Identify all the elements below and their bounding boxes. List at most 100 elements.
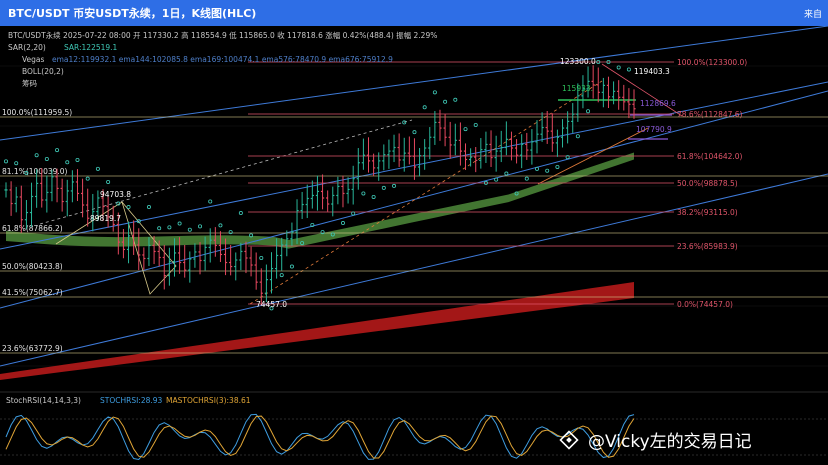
sar-dot	[361, 191, 366, 196]
candle	[4, 182, 8, 198]
sar-dot	[340, 221, 345, 226]
sar-dot	[586, 109, 591, 114]
sar-dot	[75, 157, 80, 162]
candle	[402, 137, 406, 172]
sar-dot	[279, 273, 284, 278]
candle	[606, 76, 611, 109]
sar-dot	[4, 159, 9, 164]
sar-value: SAR:122519.1	[64, 43, 118, 52]
candle	[474, 147, 478, 173]
sar-dot	[575, 134, 580, 139]
candle	[167, 247, 171, 286]
candle	[566, 111, 570, 144]
candle	[269, 252, 274, 294]
candle	[300, 191, 304, 219]
dashed-fib-line	[249, 80, 603, 305]
sar-dot	[198, 224, 203, 229]
fib-level-label: 100.0%(123300.0)	[677, 58, 747, 67]
stochrsi-k-line	[5, 413, 635, 460]
level-label: 50.0%(80423.8)	[2, 262, 63, 271]
candle	[392, 134, 396, 163]
candle	[326, 190, 330, 212]
fib-level-label: 0.0%(74457.0)	[677, 300, 733, 309]
candle	[428, 127, 432, 160]
sar-dot	[14, 161, 19, 166]
candle	[489, 130, 493, 167]
sar-dot	[555, 164, 560, 169]
level-label: 81.1%(100039.0)	[2, 167, 68, 176]
price-annotation: 89819.7	[90, 214, 121, 223]
candle	[555, 129, 560, 157]
sar-dot	[504, 171, 509, 176]
candle	[310, 180, 314, 209]
candle	[499, 130, 503, 163]
sar-dot	[44, 157, 49, 162]
candle	[14, 186, 18, 213]
watermark-text: @Vicky左的交易日记	[588, 432, 752, 452]
sar-dot	[524, 176, 529, 181]
price-chart[interactable]: 100.0%(123300.0) 78.6%(112847.6) 61.8%(104…	[0, 26, 828, 465]
candle	[137, 228, 141, 271]
candle	[361, 138, 365, 170]
candle	[535, 120, 539, 154]
candle	[469, 148, 473, 167]
level-label: 61.8%(87866.2)	[2, 224, 63, 233]
candle	[571, 103, 575, 133]
sar-dot	[187, 227, 192, 232]
sar-dot	[106, 179, 111, 184]
candle	[530, 129, 534, 165]
candle	[320, 174, 325, 210]
level-label: 41.5%(75062.7)	[2, 288, 63, 297]
candle	[75, 169, 80, 202]
price-annotation: 115933.	[562, 84, 593, 93]
level-label: 23.6%(63772.9)	[2, 344, 63, 353]
candle	[550, 113, 554, 152]
fib-level-label: 50.0%(98878.5)	[677, 179, 738, 188]
sar-dot	[381, 185, 386, 190]
sar-dot	[494, 177, 499, 182]
trend-line	[0, 26, 828, 141]
candle	[183, 244, 187, 278]
stochrsi-k: STOCHRSI:28.93	[100, 396, 163, 405]
fib-level-label: 38.2%(93115.0)	[677, 208, 738, 217]
sar-dot	[55, 148, 60, 153]
sar-dot	[259, 255, 264, 260]
source-text: 来自	[803, 10, 822, 20]
candle	[417, 148, 422, 177]
sar-dot	[167, 225, 172, 230]
candle	[397, 133, 401, 167]
candle	[484, 131, 488, 163]
candle	[514, 139, 519, 164]
sar-dot	[85, 176, 90, 181]
watermark: @Vicky左的交易日记	[559, 430, 752, 452]
candle	[65, 179, 69, 217]
candle	[249, 246, 253, 277]
sar-dot	[422, 105, 427, 110]
candle	[520, 134, 524, 169]
candle	[305, 184, 309, 219]
sar-dot	[453, 97, 458, 102]
sar-dot	[463, 127, 468, 132]
candle	[387, 139, 391, 169]
candle	[458, 122, 463, 166]
candle	[560, 119, 565, 148]
candle	[264, 264, 268, 303]
candle	[188, 251, 192, 283]
sar-dot	[157, 226, 162, 231]
candle	[208, 228, 212, 263]
sar-dot	[412, 130, 417, 135]
candle	[423, 139, 427, 170]
candle	[372, 153, 376, 177]
candle	[627, 88, 631, 119]
sar-dot	[616, 65, 621, 70]
sar-dot	[65, 160, 70, 165]
trend-line	[0, 173, 828, 367]
candle	[80, 178, 85, 218]
fib-level-label: 61.8%(104642.0)	[677, 152, 743, 161]
candle	[142, 247, 146, 270]
candle	[622, 84, 626, 111]
chart-title: BTC/USDT 币安USDT永续，1日，K线图(HLC)	[8, 7, 257, 20]
candle	[244, 241, 248, 274]
sar-label: SAR(2,20)	[8, 43, 46, 52]
sar-dot	[177, 221, 182, 226]
